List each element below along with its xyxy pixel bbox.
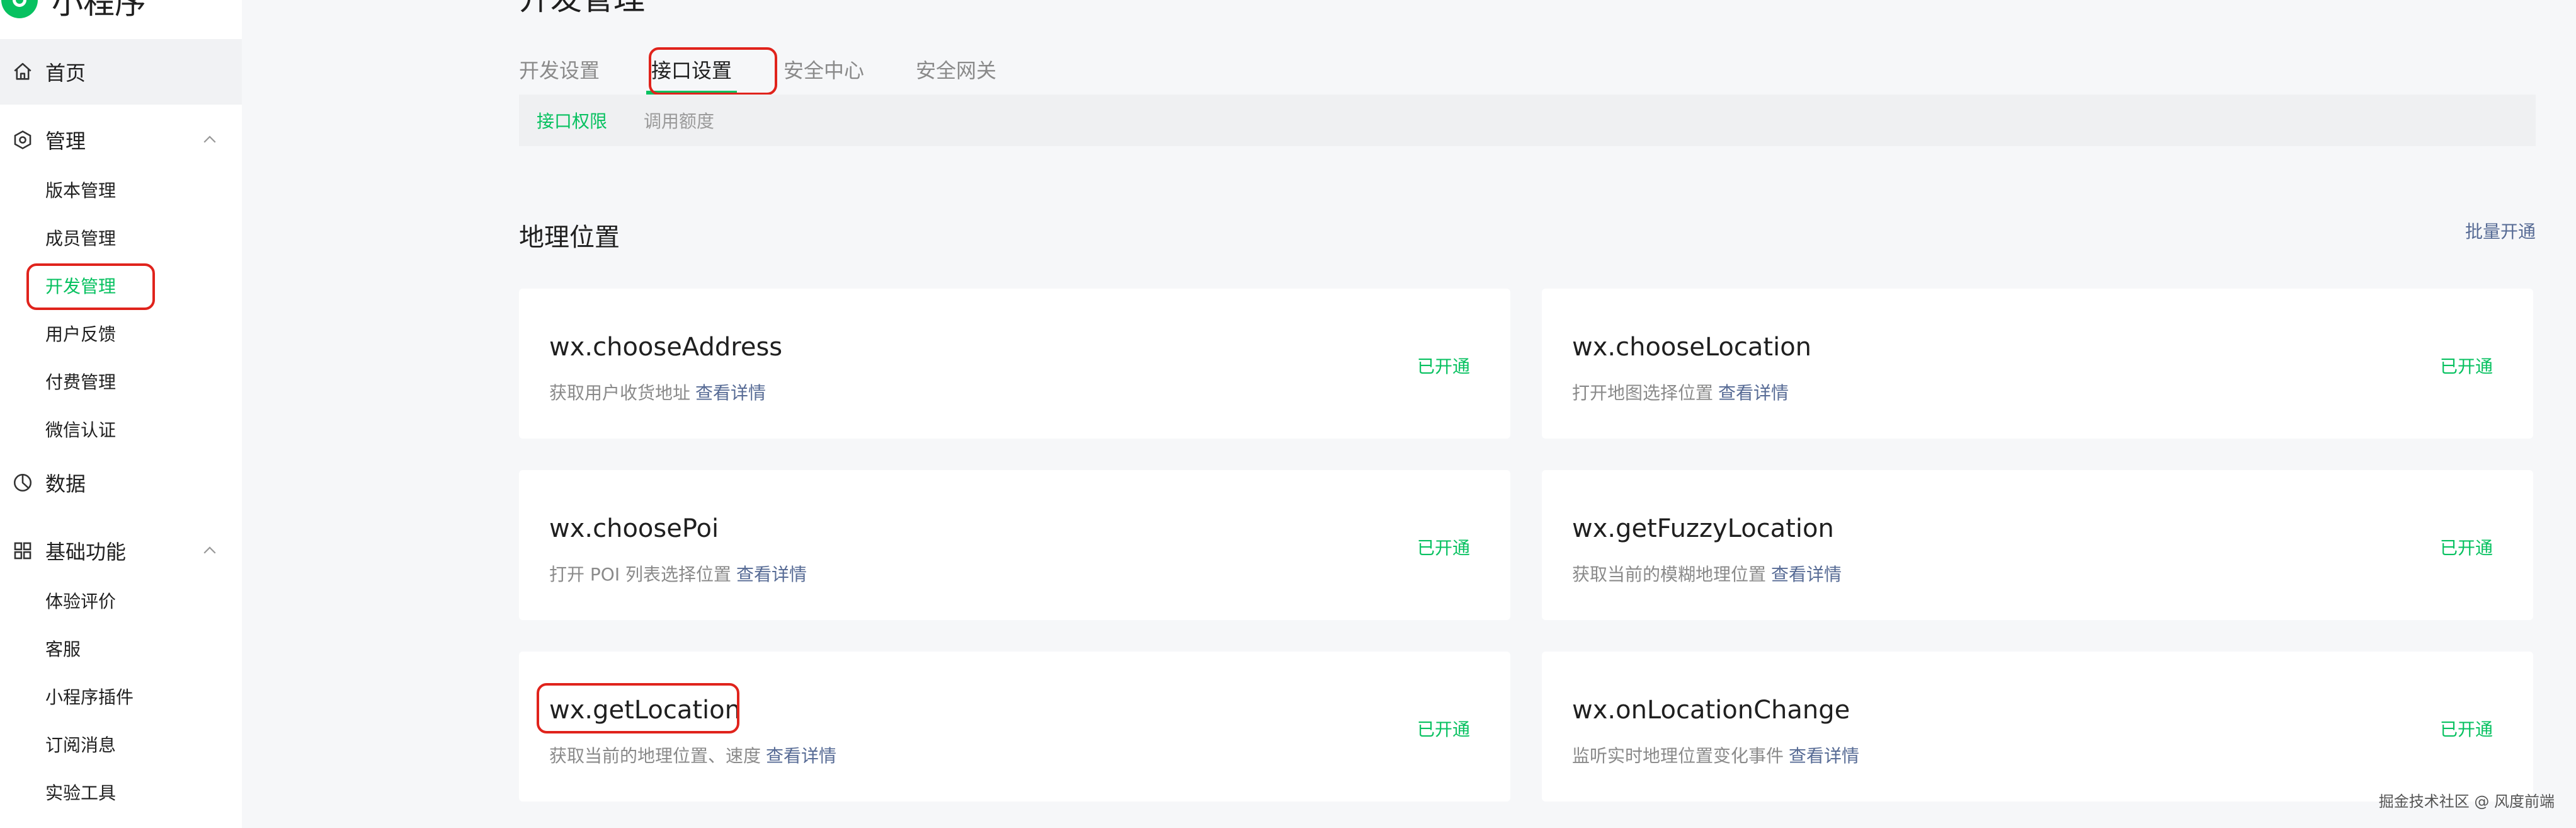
annotation-highlight-box xyxy=(26,263,155,310)
sidebar-group-label: 管理 xyxy=(45,129,86,153)
api-desc-text: 监听实时地理位置变化事件 xyxy=(1572,745,1784,766)
status-badge: 已开通 xyxy=(2439,719,2493,740)
status-badge: 已开通 xyxy=(2439,356,2493,377)
sidebar-item-subscribe[interactable]: 订阅消息 xyxy=(45,732,116,759)
sidebar-item-payment[interactable]: 付费管理 xyxy=(45,369,116,396)
brand: 小程序 xyxy=(0,0,146,21)
api-card: wx.onLocationChange 监听实时地理位置变化事件 查看详情 已开通 xyxy=(1542,652,2533,802)
watermark: 掘金技术社区 @ 风度前端 xyxy=(2378,793,2555,810)
api-card: wx.chooseAddress 获取用户收货地址 查看详情 已开通 xyxy=(519,289,1510,439)
api-desc-text: 获取当前的地理位置、速度 xyxy=(549,745,761,766)
sidebar-group-label: 基础功能 xyxy=(45,540,127,564)
mini-program-logo-icon xyxy=(1,0,38,18)
status-badge: 已开通 xyxy=(1416,719,1470,740)
annotation-highlight-box xyxy=(649,47,777,95)
api-description: 监听实时地理位置变化事件 查看详情 xyxy=(1572,742,1859,768)
api-description: 打开地图选择位置 查看详情 xyxy=(1572,379,1789,405)
subtab-api-permissions[interactable]: 接口权限 xyxy=(537,108,607,133)
api-desc-text: 打开 POI 列表选择位置 xyxy=(549,564,731,585)
tab-security-gateway[interactable]: 安全网关 xyxy=(916,45,996,96)
view-details-link[interactable]: 查看详情 xyxy=(736,564,807,585)
api-desc-text: 打开地图选择位置 xyxy=(1572,382,1714,403)
annotation-highlight-box xyxy=(537,683,739,733)
api-description: 获取当前的模糊地理位置 查看详情 xyxy=(1572,561,1842,586)
sidebar: 小程序 首页 管理 版本管理 成员管理 开发管理 用户反馈 付费管理 微信认证 xyxy=(0,0,242,828)
brand-name: 小程序 xyxy=(52,0,146,21)
sidebar-group-manage[interactable]: 管理 xyxy=(0,115,242,165)
tab-bar: 开发设置 接口设置 安全中心 安全网关 xyxy=(519,45,1048,96)
grid-icon xyxy=(11,539,34,562)
app-root: 小程序 首页 管理 版本管理 成员管理 开发管理 用户反馈 付费管理 微信认证 xyxy=(0,0,2576,828)
view-details-link[interactable]: 查看详情 xyxy=(1771,564,1842,585)
sidebar-item-label: 数据 xyxy=(45,472,86,496)
status-badge: 已开通 xyxy=(1416,356,1470,377)
api-name: wx.onLocationChange xyxy=(1572,696,1850,725)
pie-chart-icon xyxy=(11,471,34,494)
gear-icon xyxy=(11,129,34,151)
sidebar-item-feedback[interactable]: 用户反馈 xyxy=(45,321,116,348)
api-description: 打开 POI 列表选择位置 查看详情 xyxy=(549,561,807,586)
section-title: 地理位置 xyxy=(519,223,620,252)
home-icon xyxy=(11,60,34,83)
sidebar-item-version[interactable]: 版本管理 xyxy=(45,177,116,205)
sidebar-item-lab-tools[interactable]: 实验工具 xyxy=(45,779,116,807)
sidebar-item-experience[interactable]: 体验评价 xyxy=(45,588,116,616)
api-description: 获取当前的地理位置、速度 查看详情 xyxy=(549,742,836,768)
subtab-call-quota[interactable]: 调用额度 xyxy=(644,108,714,133)
api-card: wx.chooseLocation 打开地图选择位置 查看详情 已开通 xyxy=(1542,289,2533,439)
view-details-link[interactable]: 查看详情 xyxy=(695,382,766,403)
page-title: 开发管理 xyxy=(519,0,645,18)
api-desc-text: 获取用户收货地址 xyxy=(549,382,691,403)
sidebar-item-service[interactable]: 客服 xyxy=(45,636,81,664)
sidebar-item-label: 首页 xyxy=(45,61,86,85)
view-details-link[interactable]: 查看详情 xyxy=(1718,382,1789,403)
api-description: 获取用户收货地址 查看详情 xyxy=(549,379,766,405)
api-desc-text: 获取当前的模糊地理位置 xyxy=(1572,564,1767,585)
sidebar-item-members[interactable]: 成员管理 xyxy=(45,225,116,253)
status-badge: 已开通 xyxy=(1416,538,1470,558)
sidebar-item-data[interactable]: 数据 xyxy=(0,457,242,508)
sidebar-group-basic[interactable]: 基础功能 xyxy=(0,526,242,576)
api-card: wx.choosePoi 打开 POI 列表选择位置 查看详情 已开通 xyxy=(519,470,1510,620)
subtab-bar: 接口权限 调用额度 xyxy=(519,95,2536,146)
tab-dev-settings[interactable]: 开发设置 xyxy=(519,45,600,96)
sidebar-item-certification[interactable]: 微信认证 xyxy=(45,417,116,444)
view-details-link[interactable]: 查看详情 xyxy=(1789,745,1859,766)
batch-enable-link[interactable]: 批量开通 xyxy=(2465,218,2536,243)
view-details-link[interactable]: 查看详情 xyxy=(766,745,836,766)
api-card: wx.getFuzzyLocation 获取当前的模糊地理位置 查看详情 已开通 xyxy=(1542,470,2533,620)
api-name: wx.chooseAddress xyxy=(549,333,783,362)
chevron-up-icon[interactable] xyxy=(200,541,219,560)
api-name: wx.getFuzzyLocation xyxy=(1572,514,1834,543)
api-name: wx.chooseLocation xyxy=(1572,333,1812,362)
sidebar-item-plugins[interactable]: 小程序插件 xyxy=(45,684,134,711)
api-name: wx.choosePoi xyxy=(549,514,719,543)
tab-security-center[interactable]: 安全中心 xyxy=(784,45,864,96)
chevron-up-icon[interactable] xyxy=(200,130,219,149)
status-badge: 已开通 xyxy=(2439,538,2493,558)
sidebar-item-home[interactable]: 首页 xyxy=(0,39,242,105)
